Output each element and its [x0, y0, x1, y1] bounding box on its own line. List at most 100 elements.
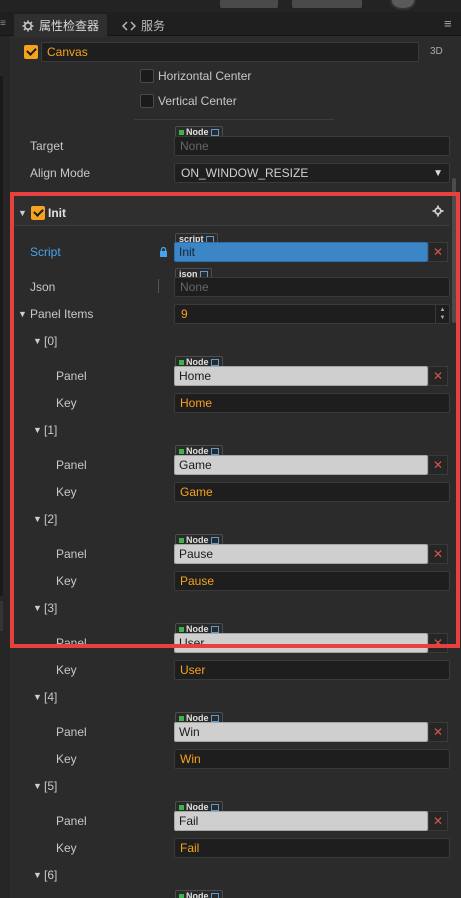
key-label: Key [56, 752, 77, 766]
remove-script-icon[interactable]: ✕ [428, 242, 448, 262]
target-label: Target [30, 139, 64, 153]
scrollbar[interactable] [452, 178, 456, 323]
settings-gear-icon[interactable] [432, 205, 444, 220]
key-value: Home [180, 396, 213, 410]
item-collapse-arrow-icon[interactable]: ▼ [33, 336, 42, 346]
key-input[interactable]: Win [174, 749, 450, 769]
panel-items-label: Panel Items [30, 307, 94, 321]
node-name-input[interactable]: Canvas [41, 42, 419, 62]
toolbar-button[interactable] [292, 0, 362, 8]
panel-node-value: Game [179, 458, 212, 472]
key-value: User [180, 663, 206, 677]
component-header[interactable] [14, 196, 450, 226]
panel-label: Panel [56, 636, 87, 650]
remove-node-icon[interactable]: ✕ [428, 633, 448, 653]
json-label: Json [30, 280, 56, 294]
panel-node-field[interactable]: Pause [174, 544, 428, 564]
panel-node-field[interactable]: Fail [174, 811, 428, 831]
panel-label: Panel [56, 725, 87, 739]
key-label: Key [56, 485, 77, 499]
gear-icon [22, 20, 34, 31]
json-value: None [180, 280, 209, 294]
target-value: None [180, 139, 209, 153]
item-collapse-arrow-icon[interactable]: ▼ [33, 781, 42, 791]
key-value: Pause [180, 574, 215, 588]
item-index-label: [3] [44, 601, 58, 615]
key-input[interactable]: Home [174, 393, 450, 413]
3d-toggle[interactable]: 3D [430, 46, 443, 57]
component-enabled-checkbox[interactable] [31, 206, 45, 220]
panel-label: Panel [56, 458, 87, 472]
divider [134, 119, 334, 120]
external-link-icon [210, 803, 219, 811]
tab-inspector-label: 属性检查器 [39, 19, 100, 33]
script-value: Init [179, 245, 196, 259]
tab-inspector[interactable]: 属性检查器 [14, 14, 108, 37]
key-label: Key [56, 663, 77, 677]
external-link-icon [210, 358, 219, 366]
panel-node-value: Win [179, 725, 200, 739]
remove-node-icon[interactable]: ✕ [428, 811, 448, 831]
panel-node-value: Fail [179, 814, 199, 828]
item-collapse-arrow-icon[interactable]: ▼ [33, 870, 42, 880]
key-input[interactable]: Pause [174, 571, 450, 591]
item-index-label: [6] [44, 868, 58, 882]
panel-items-count-input[interactable]: 9 ▲ ▼ [174, 304, 450, 324]
item-index-label: [0] [44, 334, 58, 348]
key-input[interactable]: Game [174, 482, 450, 502]
panel-label: Panel [56, 547, 87, 561]
panel-node-value: User [179, 636, 205, 650]
item-index-label: [4] [44, 690, 58, 704]
tab-services[interactable]: 服务 [114, 14, 173, 37]
vertical-center-checkbox[interactable] [140, 94, 154, 108]
panel-node-field[interactable]: Game [174, 455, 428, 475]
item-collapse-arrow-icon[interactable]: ▼ [33, 603, 42, 613]
key-input[interactable]: Fail [174, 838, 450, 858]
tab-bar-edge: ≡ [0, 18, 6, 29]
panel-node-value: Pause [179, 547, 214, 561]
collapse-arrow-icon[interactable]: ▼ [18, 208, 27, 218]
panel-node-field[interactable]: User [174, 633, 428, 653]
remove-node-icon[interactable]: ✕ [428, 722, 448, 742]
json-field[interactable]: None [174, 277, 450, 297]
panel-node-field[interactable]: Home [174, 366, 428, 386]
item-index-label: [1] [44, 423, 58, 437]
key-label: Key [56, 396, 77, 410]
panel-items-arrow-icon[interactable]: ▼ [18, 309, 27, 319]
panel-menu-icon[interactable]: ≡ [444, 16, 452, 31]
node-name: Canvas [47, 45, 88, 59]
resize-handle[interactable] [158, 279, 159, 293]
horizontal-center-checkbox[interactable] [140, 69, 154, 83]
external-link-icon [210, 714, 219, 722]
remove-node-icon[interactable]: ✕ [428, 366, 448, 386]
item-collapse-arrow-icon[interactable]: ▼ [33, 514, 42, 524]
canvas-active-checkbox[interactable] [24, 45, 38, 59]
item-index-label: [5] [44, 779, 58, 793]
panel-node-field[interactable]: Win [174, 722, 428, 742]
remove-node-icon[interactable]: ✕ [428, 544, 448, 564]
component-title: Init [48, 206, 66, 220]
item-index-label: [2] [44, 512, 58, 526]
horizontal-center-label: Horizontal Center [158, 69, 252, 83]
key-label: Key [56, 574, 77, 588]
panel-label: Panel [56, 369, 87, 383]
align-mode-select[interactable]: ON_WINDOW_RESIZE ▼ [174, 163, 450, 183]
external-link-icon [210, 536, 219, 544]
item-collapse-arrow-icon[interactable]: ▼ [33, 425, 42, 435]
external-link-icon [210, 625, 219, 633]
panel-label: Panel [56, 814, 87, 828]
number-stepper-icon[interactable]: ▲ ▼ [435, 305, 449, 323]
remove-node-icon[interactable]: ✕ [428, 455, 448, 475]
external-link-icon [210, 128, 219, 136]
script-label: Script [30, 245, 61, 259]
item-collapse-arrow-icon[interactable]: ▼ [33, 692, 42, 702]
key-input[interactable]: User [174, 660, 450, 680]
align-mode-label: Align Mode [30, 166, 91, 180]
panel-items-count: 9 [181, 307, 188, 321]
target-field[interactable]: None [174, 136, 450, 156]
toolbar-button[interactable] [220, 0, 278, 8]
vertical-center-label: Vertical Center [158, 94, 237, 108]
key-label: Key [56, 841, 77, 855]
left-gutter [0, 36, 10, 898]
script-field[interactable]: Init [174, 242, 428, 262]
